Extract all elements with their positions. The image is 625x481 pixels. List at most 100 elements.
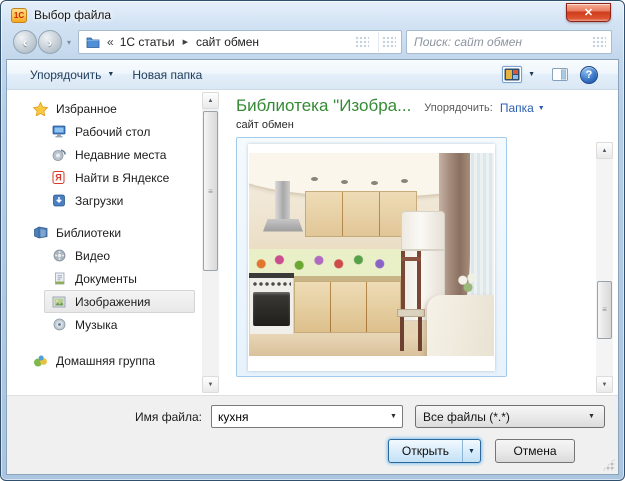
command-toolbar: Упорядочить ▼ Новая папка ▼ ? [7, 60, 618, 90]
filename-label: Имя файла: [135, 410, 202, 424]
libraries-icon [32, 226, 48, 239]
sidebar-item-desktop[interactable]: Рабочий стол [44, 120, 195, 143]
sidebar-group-label: Избранное [56, 102, 117, 116]
filename-combobox[interactable]: ▼ [211, 405, 403, 428]
dialog-footer: Имя файла: ▼ Все файлы (*.*) ▼ Открыть ▼… [7, 395, 618, 474]
sidebar-item-video[interactable]: Видео [44, 244, 195, 267]
sidebar-group-libraries[interactable]: Библиотеки [7, 221, 219, 244]
thumbnail-frame [248, 144, 495, 371]
file-list-scrollbar[interactable]: ▲ ≡ ▼ [596, 142, 613, 393]
search-box[interactable] [406, 30, 612, 54]
photo-chair [400, 317, 404, 351]
sidebar-group-homegroup[interactable]: Домашняя группа [7, 349, 219, 372]
sidebar-group-label: Библиотеки [56, 226, 121, 240]
music-library-icon [51, 318, 67, 331]
pictures-library-icon [51, 296, 67, 308]
address-dropdown-glyph [355, 36, 369, 48]
photo-spotlight [401, 179, 408, 183]
dialog-body: Упорядочить ▼ Новая папка ▼ ? [6, 59, 619, 475]
refresh-icon[interactable] [378, 32, 398, 52]
arrange-by-dropdown[interactable]: Папка ▼ [500, 101, 545, 115]
open-split-button[interactable]: Открыть ▼ [388, 439, 481, 463]
sidebar-scrollbar[interactable]: ▲ ≡ ▼ [202, 92, 219, 393]
sidebar-item-music[interactable]: Музыка [44, 313, 195, 336]
buttons-row: Открыть ▼ Отмена [7, 439, 605, 463]
arrange-value: Папка [500, 101, 534, 115]
sidebar-item-pictures[interactable]: Изображения [44, 290, 195, 313]
filetype-select[interactable]: Все файлы (*.*) ▼ [415, 405, 605, 428]
sidebar-item-label: Найти в Яндексе [75, 171, 169, 185]
views-chevron-down-icon: ▼ [528, 71, 535, 78]
sidebar-item-label: Видео [75, 249, 110, 263]
navigation-bar: ‹ › ▾ « 1С статьи ▶ сайт обмен [1, 29, 624, 59]
photo-fridge-divider [401, 249, 445, 251]
sidebar-item-label: Рабочий стол [75, 125, 150, 139]
sidebar-item-recent-places[interactable]: Недавние места [44, 143, 195, 166]
filename-dropdown-icon[interactable]: ▼ [385, 413, 402, 420]
filetype-dropdown-icon: ▼ [583, 413, 600, 420]
file-list-scroll-track[interactable]: ≡ [596, 159, 613, 376]
new-folder-label: Новая папка [132, 68, 202, 82]
sidebar-item-documents[interactable]: Документы [44, 267, 195, 290]
sidebar-group-favorites[interactable]: Избранное [7, 97, 219, 120]
breadcrumb-separator-icon[interactable]: ▶ [181, 38, 190, 46]
back-button[interactable]: ‹ [13, 30, 37, 54]
toolbar-right-group: ▼ ? [497, 64, 606, 86]
library-title: Библиотека "Изобра... [236, 96, 411, 116]
search-icon[interactable] [592, 36, 606, 48]
open-dropdown-icon[interactable]: ▼ [462, 440, 480, 462]
folder-icon [85, 36, 101, 48]
scroll-down-icon[interactable]: ▼ [596, 376, 613, 393]
file-thumbnail-kitchen[interactable] [236, 137, 507, 377]
breadcrumb-overflow-icon[interactable]: « [107, 35, 114, 49]
photo-backsplash [249, 249, 401, 276]
photo-spotlight [311, 177, 318, 181]
file-list-scroll-thumb[interactable]: ≡ [597, 281, 612, 339]
photo-oven-window [253, 292, 290, 326]
scroll-up-icon[interactable]: ▲ [596, 142, 613, 159]
photo-flower-vase [455, 273, 481, 297]
title-bar[interactable]: 1С Выбор файла ✕ [1, 1, 624, 29]
search-input[interactable] [414, 35, 592, 49]
filename-input[interactable] [212, 410, 385, 424]
sidebar-item-downloads[interactable]: Загрузки [44, 189, 195, 212]
new-folder-button[interactable]: Новая папка [123, 64, 211, 86]
sidebar-scroll-track[interactable]: ≡ [202, 109, 219, 376]
breadcrumb-item-sait-obmen[interactable]: сайт обмен [196, 35, 259, 49]
close-button[interactable]: ✕ [566, 3, 611, 22]
window-title: Выбор файла [34, 8, 111, 22]
cancel-button[interactable]: Отмена [495, 439, 575, 463]
sidebar-item-yandex-search[interactable]: Я Найти в Яндексе [44, 166, 195, 189]
photo-chair [401, 257, 421, 261]
photo-table [427, 295, 494, 356]
content-area: Избранное Рабочий стол Недавние места [7, 90, 618, 395]
photo-chair [418, 317, 422, 351]
navigation-pane: Избранное Рабочий стол Недавние места [7, 90, 219, 395]
arrange-label: Упорядочить: [424, 102, 493, 114]
sidebar-item-label: Изображения [75, 295, 150, 309]
preview-pane-button[interactable] [552, 67, 568, 82]
help-button[interactable]: ? [580, 66, 598, 84]
scroll-up-icon[interactable]: ▲ [202, 92, 219, 109]
open-button[interactable]: Открыть [389, 440, 462, 462]
sidebar-gap [7, 212, 219, 221]
sidebar-gap [7, 336, 219, 349]
address-dropdown-icon[interactable] [352, 32, 372, 52]
library-header: Библиотека "Изобра... Упорядочить: Папка… [236, 96, 592, 116]
breadcrumb-item-1c-stati[interactable]: 1С статьи [120, 35, 175, 49]
1c-app-icon: 1С [11, 8, 27, 23]
folder-group-label[interactable]: сайт обмен [236, 119, 592, 131]
desktop-icon [51, 125, 67, 138]
scroll-down-icon[interactable]: ▼ [202, 376, 219, 393]
sidebar-item-label: Музыка [75, 318, 117, 332]
organize-button[interactable]: Упорядочить ▼ [21, 64, 123, 86]
history-dropdown-icon[interactable]: ▾ [67, 38, 71, 47]
forward-button[interactable]: › [38, 30, 62, 54]
organize-label: Упорядочить [30, 68, 101, 82]
change-view-button[interactable]: ▼ [497, 64, 540, 86]
arrange-by-control: Упорядочить: Папка ▼ [424, 101, 544, 115]
sidebar-scroll-thumb[interactable]: ≡ [203, 111, 218, 271]
breadcrumb-bar[interactable]: « 1С статьи ▶ сайт обмен [78, 30, 402, 54]
yandex-icon: Я [51, 171, 67, 184]
svg-text:Я: Я [55, 173, 61, 183]
